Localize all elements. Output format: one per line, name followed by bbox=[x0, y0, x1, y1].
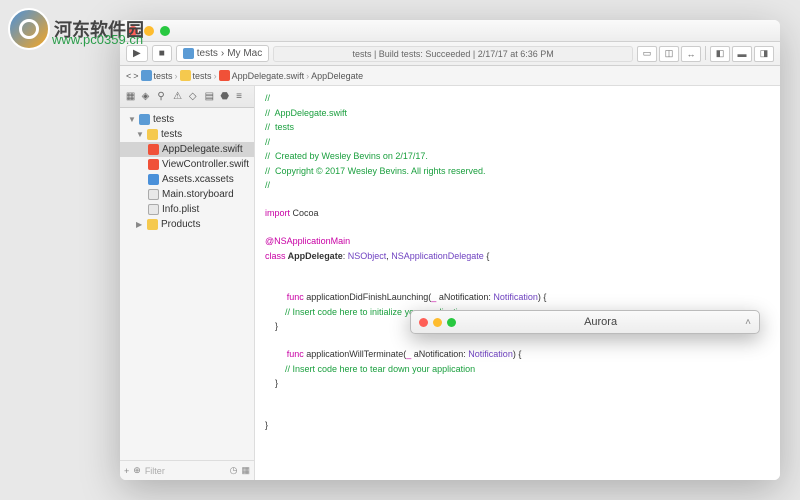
zoom-button[interactable] bbox=[447, 318, 456, 327]
project-icon bbox=[141, 70, 152, 81]
chevron-up-icon[interactable]: ˄ bbox=[745, 317, 751, 328]
breadcrumb-item[interactable]: AppDelegate.swift bbox=[219, 70, 305, 81]
panel-right-icon[interactable]: ◨ bbox=[754, 46, 774, 62]
aurora-window[interactable]: Aurora ˄ bbox=[410, 310, 760, 334]
scheme-label: tests bbox=[197, 48, 218, 59]
toolbar: ▶ ■ tests › My Mac tests | Build tests: … bbox=[120, 42, 780, 66]
tree-file-storyboard[interactable]: Main.storyboard bbox=[120, 187, 254, 202]
assets-icon bbox=[148, 174, 159, 185]
folder-icon bbox=[147, 219, 158, 230]
stop-button[interactable]: ■ bbox=[152, 45, 172, 62]
filter-input[interactable]: Filter bbox=[145, 466, 226, 476]
storyboard-icon bbox=[148, 189, 159, 200]
plist-icon bbox=[148, 204, 159, 215]
find-navigator-icon[interactable]: ⚲ bbox=[157, 91, 169, 103]
test-navigator-icon[interactable]: ◇ bbox=[189, 91, 201, 103]
activity-viewer[interactable]: tests | Build tests: Succeeded | 2/17/17… bbox=[273, 46, 633, 62]
tree-project[interactable]: ▼tests bbox=[120, 112, 254, 127]
navigator-filter-bar: + ⊕ Filter ◷ ▦ bbox=[120, 460, 254, 480]
xcode-window: ▶ ■ tests › My Mac tests | Build tests: … bbox=[120, 20, 780, 480]
jump-bar: < > tests › tests › AppDelegate.swift › … bbox=[120, 66, 780, 86]
editor-version-icon[interactable]: ↔ bbox=[681, 46, 701, 62]
breadcrumb-item[interactable]: AppDelegate bbox=[311, 71, 363, 81]
project-tree: ▼tests ▼tests AppDelegate.swift ViewCont… bbox=[120, 108, 254, 460]
breadcrumb-item[interactable]: tests bbox=[141, 70, 173, 81]
swift-icon bbox=[148, 159, 159, 170]
titlebar[interactable] bbox=[120, 20, 780, 42]
disclosure-icon[interactable]: ▼ bbox=[136, 130, 144, 139]
traffic-lights bbox=[419, 318, 456, 327]
scheme-sep: › bbox=[221, 48, 224, 59]
scm-icon[interactable]: ▦ bbox=[241, 465, 250, 476]
add-button[interactable]: + bbox=[124, 466, 129, 476]
main-area: ▦ ◈ ⚲ ⚠ ◇ ▤ ⬣ ≡ ▼tests ▼tests AppDelegat… bbox=[120, 86, 780, 480]
project-navigator-icon[interactable]: ▦ bbox=[126, 91, 138, 103]
chevron-right-icon: › bbox=[306, 71, 309, 81]
minimize-button[interactable] bbox=[144, 26, 154, 36]
report-navigator-icon[interactable]: ≡ bbox=[236, 91, 248, 103]
folder-icon bbox=[147, 129, 158, 140]
disclosure-icon[interactable]: ▼ bbox=[128, 115, 136, 124]
window-title: Aurora bbox=[456, 316, 745, 328]
logo-icon bbox=[8, 8, 50, 50]
navigator: ▦ ◈ ⚲ ⚠ ◇ ▤ ⬣ ≡ ▼tests ▼tests AppDelegat… bbox=[120, 86, 255, 480]
symbol-navigator-icon[interactable]: ◈ bbox=[142, 91, 154, 103]
folder-icon bbox=[180, 70, 191, 81]
tree-group[interactable]: ▼tests bbox=[120, 127, 254, 142]
tree-products[interactable]: ▶Products bbox=[120, 217, 254, 232]
disclosure-icon[interactable]: ▶ bbox=[136, 220, 144, 229]
device-label: My Mac bbox=[227, 48, 262, 59]
panel-bottom-icon[interactable]: ▬ bbox=[732, 46, 752, 62]
toolbar-right: ▭ ◫ ↔ ◧ ▬ ◨ bbox=[637, 46, 774, 62]
close-button[interactable] bbox=[419, 318, 428, 327]
editor-standard-icon[interactable]: ▭ bbox=[637, 46, 657, 62]
tree-file-viewcontroller[interactable]: ViewController.swift bbox=[120, 157, 254, 172]
separator bbox=[705, 46, 706, 60]
project-icon bbox=[139, 114, 150, 125]
editor-assistant-icon[interactable]: ◫ bbox=[659, 46, 679, 62]
filter-icon[interactable]: ⊕ bbox=[133, 465, 141, 476]
issue-navigator-icon[interactable]: ⚠ bbox=[173, 91, 185, 103]
source-editor[interactable]: // // AppDelegate.swift // tests // // C… bbox=[255, 86, 780, 480]
tree-file-plist[interactable]: Info.plist bbox=[120, 202, 254, 217]
swift-icon bbox=[219, 70, 230, 81]
watermark-url: www.pc0359.cn bbox=[52, 32, 143, 47]
stop-icon: ■ bbox=[159, 48, 165, 59]
panel-left-icon[interactable]: ◧ bbox=[710, 46, 730, 62]
nav-forward-button[interactable]: > bbox=[133, 71, 138, 81]
app-icon bbox=[183, 48, 194, 59]
minimize-button[interactable] bbox=[433, 318, 442, 327]
tree-file-assets[interactable]: Assets.xcassets bbox=[120, 172, 254, 187]
recent-icon[interactable]: ◷ bbox=[230, 465, 238, 476]
nav-back-button[interactable]: < bbox=[126, 71, 131, 81]
navigator-tabs: ▦ ◈ ⚲ ⚠ ◇ ▤ ⬣ ≡ bbox=[120, 86, 254, 108]
swift-icon bbox=[148, 144, 159, 155]
chevron-right-icon: › bbox=[214, 71, 217, 81]
debug-navigator-icon[interactable]: ▤ bbox=[205, 91, 217, 103]
scheme-selector[interactable]: tests › My Mac bbox=[176, 45, 269, 62]
breakpoint-navigator-icon[interactable]: ⬣ bbox=[220, 91, 232, 103]
tree-file-appdelegate[interactable]: AppDelegate.swift bbox=[120, 142, 254, 157]
breadcrumb-item[interactable]: tests bbox=[180, 70, 212, 81]
chevron-right-icon: › bbox=[175, 71, 178, 81]
zoom-button[interactable] bbox=[160, 26, 170, 36]
